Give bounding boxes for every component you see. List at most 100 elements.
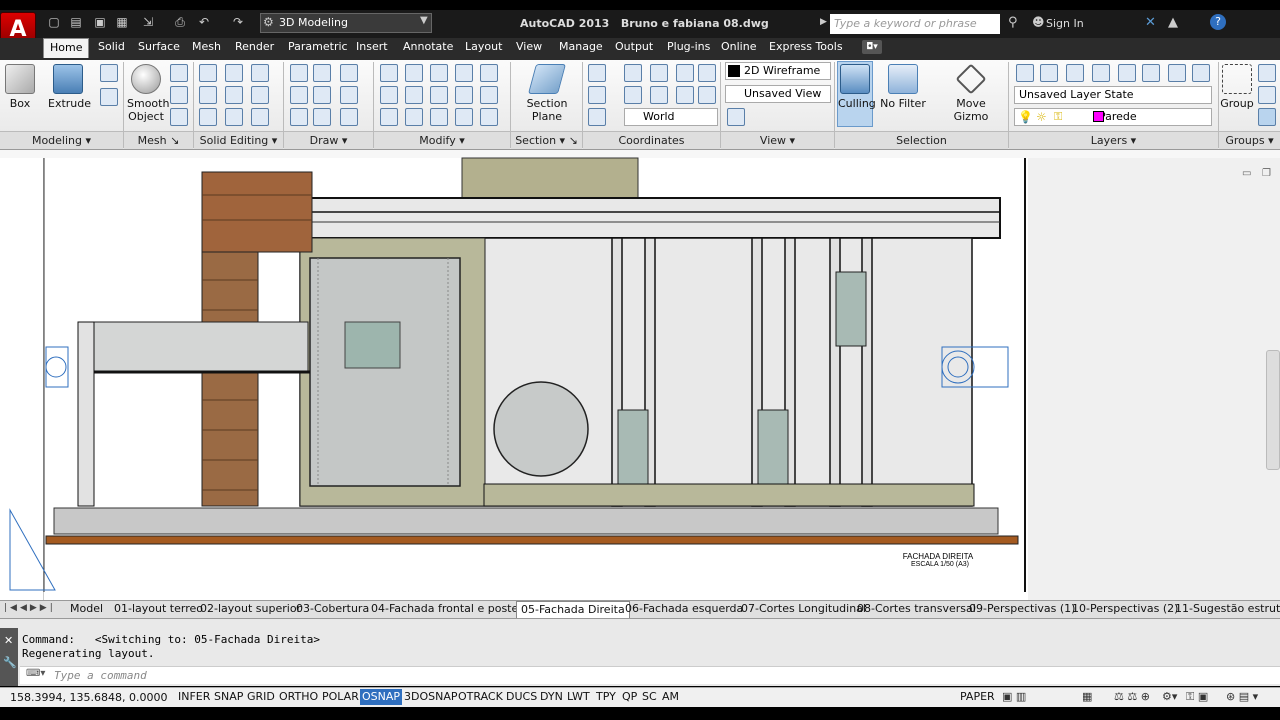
redo-icon[interactable]: ↷ (230, 14, 246, 30)
ucs-face-icon[interactable] (698, 86, 716, 104)
toggle-3dosnap[interactable]: 3DOSNAP (402, 689, 460, 705)
toggle-ortho[interactable]: ORTHO (277, 689, 320, 705)
toggle-lwt[interactable]: LWT (565, 689, 592, 705)
layer-off-icon[interactable] (1168, 64, 1186, 82)
move-icon[interactable] (405, 64, 423, 82)
ucs-3point-icon[interactable] (650, 64, 668, 82)
move-cross-icon[interactable] (430, 64, 448, 82)
fillet-icon[interactable] (480, 86, 498, 104)
mirror-icon[interactable] (430, 86, 448, 104)
ucs-x-icon[interactable] (624, 86, 642, 104)
tab-layout[interactable]: Layout (459, 38, 508, 58)
tab-parametric[interactable]: Parametric (282, 38, 354, 58)
group-edit-icon[interactable] (1258, 86, 1276, 104)
search-input[interactable]: Type a keyword or phrase (830, 14, 1000, 34)
panel-title-mesh[interactable]: Mesh ↘ (124, 131, 193, 149)
erase-icon[interactable] (380, 108, 398, 126)
separate-icon[interactable] (251, 86, 269, 104)
layout-tab-09[interactable]: 09-Perspectivas (1) (965, 601, 1079, 618)
new-icon[interactable]: ▢ (46, 14, 62, 30)
slice-icon[interactable] (225, 64, 243, 82)
rectangle-icon[interactable] (313, 108, 331, 126)
panel-title-modeling[interactable]: Modeling ▾ (0, 131, 123, 149)
layout-tab-05[interactable]: 05-Fachada Direita (516, 601, 630, 618)
help-icon[interactable]: ? (1210, 14, 1226, 30)
smooth-more-icon[interactable] (170, 64, 188, 82)
layer-state-dropdown[interactable]: Unsaved Layer State (1014, 86, 1212, 104)
tab-annotate[interactable]: Annotate (397, 38, 459, 58)
array-icon[interactable] (455, 108, 473, 126)
group-button[interactable]: Group (1220, 64, 1254, 110)
ucs-world-icon[interactable] (588, 108, 606, 126)
ucs-named-icon[interactable] (588, 86, 606, 104)
restore-icon[interactable]: ❐ (1262, 168, 1271, 179)
toggle-snap[interactable]: SNAP (212, 689, 245, 705)
extrude-button[interactable]: Extrude (48, 64, 91, 110)
refine-mesh-icon[interactable] (170, 108, 188, 126)
lock-ui-icon[interactable]: ⚿ ▣ (1186, 690, 1208, 704)
viewport-config-icon[interactable] (727, 108, 745, 126)
ucs-y-icon[interactable] (650, 86, 668, 104)
layer-freeze-icon[interactable] (1192, 64, 1210, 82)
toggle-otrack[interactable]: OTRACK (456, 689, 505, 705)
maximize-viewport-icon[interactable]: ▦ (1082, 690, 1092, 703)
toggle-am[interactable]: AM (660, 689, 681, 705)
toggle-infer[interactable]: INFER (176, 689, 212, 705)
smooth-object-button[interactable]: Smooth Object (127, 64, 169, 123)
isolate-objects-icon[interactable]: ⊛ ▤ ▾ (1226, 690, 1258, 703)
explode-icon[interactable] (480, 108, 498, 126)
thicken-icon[interactable] (251, 108, 269, 126)
tab-surface[interactable]: Surface (132, 38, 186, 58)
culling-button[interactable]: Culling (837, 61, 876, 127)
toggle-grid[interactable]: GRID (245, 689, 277, 705)
quick-view-layouts-icon[interactable]: ▣ ▥ (1002, 690, 1026, 703)
tab-plugins[interactable]: Plug-ins (661, 38, 716, 58)
panel-title-draw[interactable]: Draw ▾ (284, 131, 373, 149)
close-icon[interactable]: ✕ (4, 634, 13, 647)
ungroup-icon[interactable] (1258, 64, 1276, 82)
toggle-qp[interactable]: QP (620, 689, 639, 705)
arc-icon[interactable] (290, 64, 308, 82)
interfere-icon[interactable] (225, 86, 243, 104)
extract-edges-icon[interactable] (251, 64, 269, 82)
panel-title-layers[interactable]: Layers ▾ (1009, 131, 1218, 149)
toggle-dyn[interactable]: DYN (538, 689, 565, 705)
tab-solid[interactable]: Solid (92, 38, 131, 58)
panel-title-view[interactable]: View ▾ (721, 131, 834, 149)
tab-insert[interactable]: Insert (350, 38, 394, 58)
workspace-switching-icon[interactable]: ⚙▾ (1162, 690, 1177, 703)
panel-title-solid-editing[interactable]: Solid Editing ▾ (194, 131, 283, 149)
tab-output[interactable]: Output (609, 38, 659, 58)
tab-scroll-arrows[interactable]: |◀◀▶▶| (4, 603, 56, 613)
wrench-icon[interactable]: 🔧 (3, 656, 17, 669)
autodesk-360-icon[interactable]: ▲ (1168, 15, 1178, 30)
tab-manage[interactable]: Manage (553, 38, 609, 58)
ucs-z-axis-icon[interactable] (676, 64, 694, 82)
tab-render[interactable]: Render (229, 38, 280, 58)
layout-tab-03[interactable]: 03-Cobertura (292, 601, 373, 618)
binoculars-icon[interactable]: ⚲ (1008, 15, 1018, 30)
ucs-z-icon[interactable] (676, 86, 694, 104)
tab-mesh[interactable]: Mesh (186, 38, 227, 58)
circle-icon[interactable] (340, 86, 358, 104)
command-input[interactable]: Type a command (20, 666, 1280, 684)
fillet-edge-icon[interactable] (225, 108, 243, 126)
layout-tab-model[interactable]: Model (66, 601, 107, 618)
section-plane-button[interactable]: Section Plane (522, 64, 572, 123)
presspull-icon[interactable] (100, 64, 118, 82)
ucs-view-icon[interactable] (698, 64, 716, 82)
layer-previous-icon[interactable] (1092, 64, 1110, 82)
layout-tab-01[interactable]: 01-layout terreo (110, 601, 207, 618)
group-selection-icon[interactable] (1258, 108, 1276, 126)
ucs-dropdown[interactable]: World (624, 108, 718, 126)
command-prompt-icon[interactable]: ⌨▾ (26, 668, 45, 679)
navigation-bar[interactable] (1266, 350, 1280, 470)
trim-icon[interactable] (380, 64, 398, 82)
layout-tab-04[interactable]: 04-Fachada frontal e posterior (367, 601, 541, 618)
ribbon-minimize-button[interactable]: ◘▾ (862, 40, 882, 54)
panel-title-modify[interactable]: Modify ▾ (374, 131, 510, 149)
3d-move-icon[interactable] (455, 64, 473, 82)
toggle-polar[interactable]: POLAR (320, 689, 361, 705)
smooth-less-icon[interactable] (170, 86, 188, 104)
box-button[interactable]: Box (5, 64, 35, 110)
